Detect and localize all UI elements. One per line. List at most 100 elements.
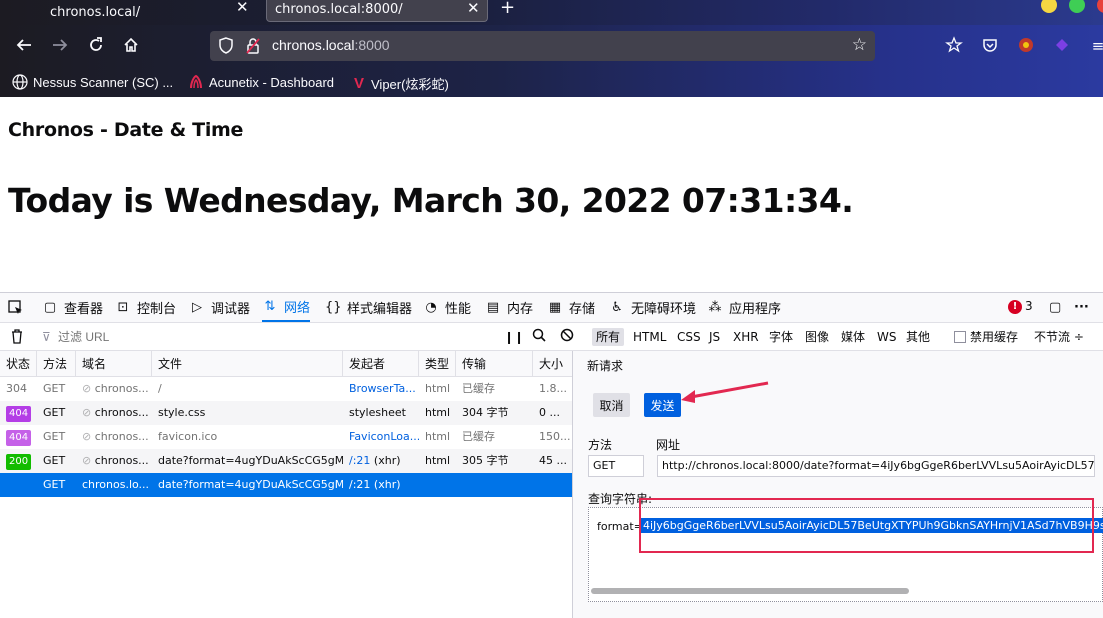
trash-icon[interactable] [6, 328, 28, 346]
tab-application[interactable]: ⁂ 应用程序 [707, 293, 782, 322]
table-row-selected[interactable]: GET chronos.lo... date?format=4ugYDuAkSc… [0, 473, 572, 497]
table-row[interactable]: 404 GET ⊘ chronos... style.css styleshee… [0, 401, 572, 425]
bookmark-acunetix[interactable]: Acunetix - Dashboard [188, 74, 334, 90]
tab-inspector[interactable]: ▢ 查看器 [42, 293, 103, 322]
tab-accessibility[interactable]: ♿ 无障碍环境 [609, 293, 696, 322]
url-input[interactable]: http://chronos.local:8000/date?format=4i… [657, 455, 1095, 477]
table-row[interactable]: 200 GET ⊘ chronos... date?format=4ugYDuA… [0, 449, 572, 473]
row-initiator: stylesheet [349, 406, 406, 419]
column-file[interactable]: 文件 [152, 351, 343, 377]
close-tab-icon[interactable]: ✕ [467, 0, 480, 17]
tab-chronos-8000[interactable]: chronos.local:8000/ ✕ [266, 0, 488, 22]
row-size: 150... [539, 430, 571, 443]
pocket-icon[interactable] [980, 36, 1000, 56]
maximize-window-icon[interactable] [1069, 0, 1085, 13]
row-initiator[interactable]: BrowserTa... [343, 377, 419, 401]
insecure-lock-icon[interactable] [246, 37, 260, 55]
tab-performance[interactable]: ◔ 性能 [423, 293, 471, 322]
bookmarks-bar: Nessus Scanner (SC) ... Acunetix - Dashb… [0, 69, 1103, 97]
extension-icon[interactable] [1016, 36, 1036, 56]
console-icon: ⊡ [117, 299, 129, 315]
cancel-button[interactable]: 取消 [593, 393, 630, 417]
tab-title: chronos.local:8000/ [275, 2, 403, 17]
extension-diamond-icon[interactable] [1052, 36, 1072, 56]
tab-chronos-local[interactable]: chronos.local/ ✕ [30, 0, 260, 24]
filter-html[interactable]: HTML [629, 328, 670, 346]
home-icon[interactable] [121, 36, 141, 56]
close-window-icon[interactable] [1097, 0, 1103, 13]
error-icon[interactable]: ! [1008, 300, 1022, 314]
memory-icon: ▤ [486, 299, 500, 315]
tab-storage[interactable]: ▦ 存储 [547, 293, 595, 322]
application-icon: ⁂ [708, 299, 722, 315]
address-bar[interactable]: chronos.local:8000 ☆ [210, 31, 875, 61]
tab-console[interactable]: ⊡ 控制台 [115, 293, 176, 322]
column-initiator[interactable]: 发起者 [343, 351, 419, 377]
library-icon[interactable] [944, 36, 964, 56]
filter-other[interactable]: 其他 [902, 328, 934, 346]
query-key: format= [597, 520, 643, 533]
table-row[interactable]: 304 GET ⊘ chronos... / BrowserTa... html… [0, 377, 572, 401]
url-text[interactable]: chronos.local:8000 [272, 37, 390, 53]
tab-network[interactable]: ⇅ 网络 [262, 293, 311, 322]
error-count[interactable]: 3 [1025, 299, 1033, 313]
network-icon: ⇅ [264, 298, 276, 314]
column-type[interactable]: 类型 [419, 351, 456, 377]
shield-icon[interactable] [218, 37, 234, 55]
tab-memory[interactable]: ▤ 内存 [485, 293, 533, 322]
bookmark-label: Nessus Scanner (SC) ... [33, 74, 174, 90]
filter-xhr[interactable]: XHR [729, 328, 763, 346]
filter-fonts[interactable]: 字体 [765, 328, 797, 346]
bookmark-viper[interactable]: V Viper(炫彩蛇) [354, 74, 449, 93]
column-domain[interactable]: 域名 [76, 351, 152, 377]
bookmark-star-icon[interactable]: ☆ [852, 35, 867, 55]
forward-icon[interactable] [50, 36, 70, 56]
search-icon[interactable] [528, 328, 550, 346]
url-label: 网址 [656, 438, 681, 452]
element-picker-icon[interactable] [8, 293, 24, 322]
filter-url-input[interactable] [52, 327, 502, 347]
tab-debugger[interactable]: ▷ 调试器 [189, 293, 250, 322]
devtools-panel: ▢ 查看器 ⊡ 控制台 ▷ 调试器 ⇅ 网络 {} 样式编辑器 ◔ 性能 ▤ 内存 ▦ 存储 ♿… [0, 292, 1103, 618]
tab-style-editor[interactable]: {} 样式编辑器 [325, 293, 412, 322]
minimize-window-icon[interactable] [1041, 0, 1057, 13]
table-row[interactable]: 404 GET ⊘ chronos... favicon.ico Favicon… [0, 425, 572, 449]
new-tab-icon[interactable]: + [500, 0, 515, 18]
method-label: 方法 [588, 438, 613, 452]
new-request-title: 新请求 [587, 359, 624, 373]
close-tab-icon[interactable]: ✕ [236, 0, 249, 16]
block-icon[interactable] [556, 328, 578, 346]
filter-css[interactable]: CSS [673, 328, 705, 346]
column-status[interactable]: 状态 [0, 351, 37, 377]
pause-icon[interactable]: ❙❙ [500, 328, 528, 346]
row-type: html [425, 406, 451, 419]
reload-icon[interactable] [86, 36, 106, 56]
debugger-icon: ▷ [192, 299, 202, 315]
page-title: Chronos - Date & Time [8, 119, 244, 141]
horizontal-scrollbar[interactable] [591, 588, 909, 594]
insecure-icon: ⊘ [82, 430, 92, 443]
bookmark-nessus[interactable]: Nessus Scanner (SC) ... [12, 74, 173, 90]
filter-js[interactable]: JS [705, 328, 724, 346]
row-status: 304 [6, 382, 27, 395]
row-initiator[interactable]: FaviconLoa... [343, 425, 419, 449]
disable-cache-toggle[interactable]: 禁用缓存 [950, 328, 1022, 346]
menu-icon[interactable]: ≡ [1088, 36, 1103, 56]
column-transferred[interactable]: 传输 [456, 351, 533, 377]
method-input[interactable]: GET [588, 455, 644, 477]
bookmark-label: Viper(炫彩蛇) [371, 77, 449, 92]
column-size[interactable]: 大小 [533, 351, 572, 377]
row-file: / [158, 382, 162, 395]
filter-all[interactable]: 所有 [592, 328, 625, 346]
filter-media[interactable]: 媒体 [837, 328, 869, 346]
throttle-select[interactable]: 不节流 ÷ [1030, 328, 1088, 346]
filter-ws[interactable]: WS [873, 328, 900, 346]
column-method[interactable]: 方法 [37, 351, 76, 377]
disable-cache-checkbox[interactable] [954, 331, 966, 343]
more-options-icon[interactable]: ··· [1074, 293, 1089, 322]
tab-title: chronos.local/ [50, 4, 141, 20]
row-transferred: 已缓存 [462, 430, 495, 443]
back-icon[interactable] [14, 36, 34, 56]
dock-icon[interactable]: ▢ [1049, 293, 1061, 322]
filter-images[interactable]: 图像 [801, 328, 833, 346]
